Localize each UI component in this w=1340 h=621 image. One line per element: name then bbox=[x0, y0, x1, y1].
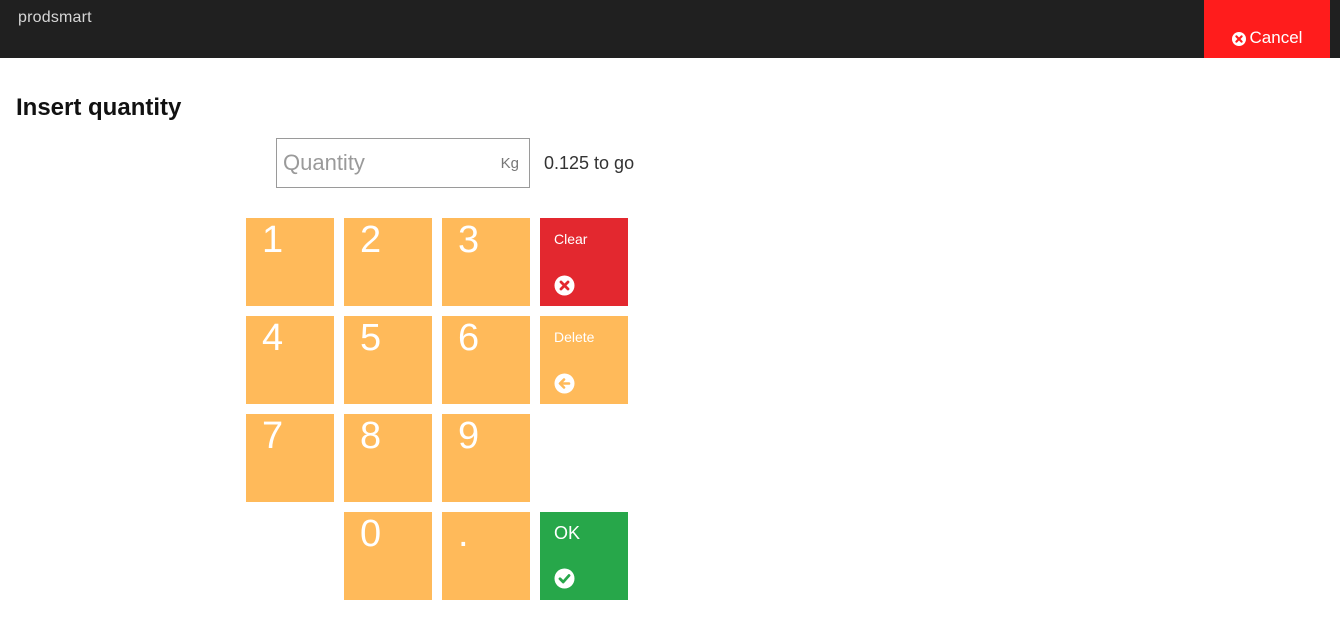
top-bar: prodsmart Cancel bbox=[0, 0, 1340, 58]
key-8[interactable]: 8 bbox=[344, 414, 432, 502]
check-circle-icon bbox=[554, 568, 576, 590]
key-0[interactable]: 0 bbox=[344, 512, 432, 600]
times-circle-icon bbox=[554, 275, 576, 297]
clear-button[interactable]: Clear bbox=[540, 218, 628, 306]
arrow-left-circle-icon bbox=[554, 373, 576, 395]
key-4[interactable]: 4 bbox=[246, 316, 334, 404]
ok-button[interactable]: OK bbox=[540, 512, 628, 600]
delete-button[interactable]: Delete bbox=[540, 316, 628, 404]
key-7[interactable]: 7 bbox=[246, 414, 334, 502]
quantity-field[interactable]: Kg bbox=[276, 138, 530, 188]
key-decimal[interactable]: . bbox=[442, 512, 530, 600]
delete-label: Delete bbox=[554, 329, 595, 345]
cancel-label: Cancel bbox=[1249, 28, 1303, 47]
ok-label: OK bbox=[554, 523, 581, 543]
key-5[interactable]: 5 bbox=[344, 316, 432, 404]
key-1[interactable]: 1 bbox=[246, 218, 334, 306]
key-3[interactable]: 3 bbox=[442, 218, 530, 306]
page-title: Insert quantity bbox=[16, 94, 182, 121]
quantity-input[interactable] bbox=[283, 147, 483, 179]
clear-label: Clear bbox=[554, 231, 588, 247]
app-logo: prodsmart bbox=[18, 9, 92, 26]
quantity-unit: Kg bbox=[500, 155, 519, 172]
cancel-button[interactable]: Cancel bbox=[1204, 0, 1330, 58]
remaining-quantity: 0.125 to go bbox=[544, 153, 635, 173]
key-9[interactable]: 9 bbox=[442, 414, 530, 502]
key-6[interactable]: 6 bbox=[442, 316, 530, 404]
times-circle-icon bbox=[1231, 32, 1246, 46]
key-2[interactable]: 2 bbox=[344, 218, 432, 306]
